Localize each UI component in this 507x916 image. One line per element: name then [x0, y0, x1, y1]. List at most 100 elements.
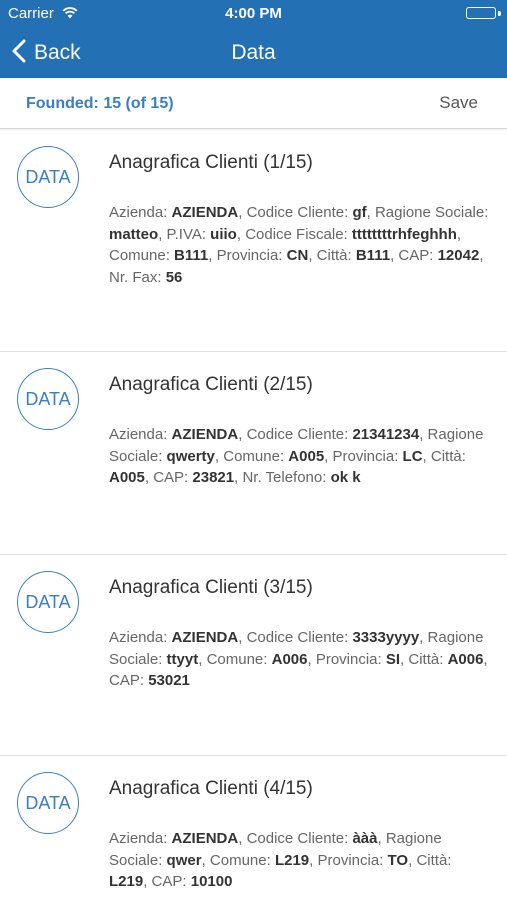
field-value: ààà: [352, 830, 378, 847]
item-description: Azienda: AZIENDA, Codice Cliente: gf, Ra…: [109, 202, 489, 288]
field-separator: ,: [422, 447, 431, 465]
field-value: 56: [165, 268, 183, 286]
data-badge-icon: DATA: [17, 368, 79, 430]
field-separator: ,: [377, 830, 386, 847]
field-label: Comune:: [109, 247, 175, 264]
field-label: CAP:: [153, 469, 193, 486]
field-value: 3333yyyy: [352, 629, 420, 646]
field-separator: ,: [238, 830, 247, 847]
field-value: qwer: [166, 851, 202, 869]
field-separator: ,: [208, 247, 217, 264]
field-separator: ,: [238, 629, 247, 646]
item-title: Anagrafica Clienti (1/15): [109, 152, 313, 173]
field-value: 21341234: [352, 426, 420, 443]
field-label: Città:: [430, 447, 466, 465]
field-value: 10100: [190, 873, 233, 890]
field-value: L219: [109, 873, 144, 890]
clock: 4:00 PM: [225, 5, 282, 22]
data-badge-icon: DATA: [17, 571, 79, 633]
field-value: A006: [447, 650, 484, 668]
field-value: ttyyt: [166, 650, 199, 668]
list-item[interactable]: DATA Anagrafica Clienti (4/15) Azienda: …: [0, 756, 507, 916]
field-value: ttttttttrhfeghhh: [351, 225, 457, 243]
field-separator: ,: [201, 851, 210, 869]
list-item[interactable]: DATA Anagrafica Clienti (1/15) Azienda: …: [0, 130, 507, 352]
field-label: Azienda:: [109, 204, 172, 221]
chevron-left-icon: [12, 39, 26, 68]
field-value: B111: [355, 247, 391, 264]
item-description: Azienda: AZIENDA, Codice Cliente: 213412…: [109, 424, 489, 489]
field-value: TO: [387, 851, 409, 869]
results-count: Founded: 15 (of 15): [26, 95, 174, 112]
field-value: A005: [109, 469, 145, 486]
field-separator: ,: [238, 426, 247, 443]
field-label: CAP:: [109, 672, 149, 689]
field-separator: ,: [143, 873, 152, 890]
save-button[interactable]: Save: [439, 93, 478, 113]
field-separator: ,: [324, 447, 333, 465]
battery-icon: [466, 7, 496, 19]
field-label: Provincia:: [315, 650, 386, 668]
field-separator: ,: [479, 247, 484, 264]
field-separator: ,: [419, 426, 428, 443]
field-value: B111: [174, 247, 209, 264]
item-title: Anagrafica Clienti (3/15): [109, 577, 313, 598]
field-label: Ragione Sociale:: [374, 204, 489, 221]
item-title: Anagrafica Clienti (4/15): [109, 778, 313, 799]
list-item[interactable]: DATA Anagrafica Clienti (2/15) Azienda: …: [0, 352, 507, 555]
field-value: A005: [288, 447, 325, 465]
field-value: AZIENDA: [171, 830, 239, 847]
field-value: L219: [274, 851, 310, 869]
results-bar: Founded: 15 (of 15) Save: [0, 78, 507, 129]
field-separator: ,: [198, 650, 207, 668]
record-list: DATA Anagrafica Clienti (1/15) Azienda: …: [0, 130, 507, 916]
field-label: Azienda:: [109, 629, 172, 646]
field-separator: ,: [238, 204, 247, 221]
field-label: Azienda:: [109, 426, 172, 443]
field-value: matteo: [109, 225, 159, 243]
field-label: CAP:: [398, 247, 438, 264]
field-label: Comune:: [223, 447, 289, 465]
back-button[interactable]: Back: [12, 39, 81, 67]
list-item[interactable]: DATA Anagrafica Clienti (3/15) Azienda: …: [0, 555, 507, 756]
field-label: P.IVA:: [166, 225, 211, 243]
field-label: Azienda:: [109, 830, 172, 847]
field-separator: ,: [483, 650, 488, 668]
field-label: Codice Cliente:: [246, 204, 353, 221]
field-value: qwerty: [166, 447, 215, 465]
data-badge-icon: DATA: [17, 146, 79, 208]
item-description: Azienda: AZIENDA, Codice Cliente: ààà, R…: [109, 828, 489, 893]
field-value: SI: [385, 650, 401, 668]
field-label: Codice Cliente:: [246, 426, 353, 443]
data-badge-icon: DATA: [17, 772, 79, 834]
field-label: Codice Cliente:: [246, 830, 353, 847]
field-separator: ,: [307, 650, 316, 668]
field-label: CAP:: [151, 873, 191, 890]
field-label: Nr. Telefono:: [242, 469, 331, 486]
field-separator: ,: [308, 247, 317, 264]
item-title: Anagrafica Clienti (2/15): [109, 374, 313, 395]
field-label: Provincia:: [332, 447, 403, 465]
field-value: 12042: [437, 247, 480, 264]
field-value: gf: [352, 204, 367, 221]
field-label: Provincia:: [216, 247, 287, 264]
field-value: 23821: [192, 469, 235, 486]
field-value: A006: [271, 650, 308, 668]
item-description: Azienda: AZIENDA, Codice Cliente: 3333yy…: [109, 627, 489, 692]
field-separator: ,: [309, 851, 318, 869]
back-label: Back: [34, 41, 81, 64]
field-label: Comune:: [209, 851, 275, 869]
field-label: Codice Fiscale:: [245, 225, 352, 243]
field-value: ok k: [330, 469, 361, 486]
field-label: Città:: [316, 247, 356, 264]
field-value: AZIENDA: [171, 629, 239, 646]
field-label: Comune:: [206, 650, 272, 668]
field-separator: ,: [214, 447, 224, 465]
field-separator: ,: [419, 629, 428, 646]
navigation-bar: Back Data: [0, 28, 507, 78]
field-separator: ,: [236, 225, 246, 243]
field-separator: ,: [158, 225, 167, 243]
field-label: Provincia:: [317, 851, 388, 869]
field-label: Città:: [416, 851, 452, 869]
field-separator: ,: [366, 204, 375, 221]
